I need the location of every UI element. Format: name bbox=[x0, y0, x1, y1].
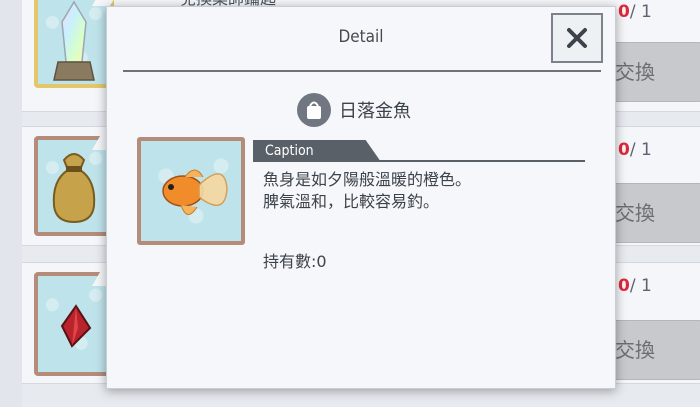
crystal-item-icon[interactable] bbox=[34, 0, 114, 88]
exchange-button[interactable]: 交換 bbox=[606, 183, 700, 243]
owned-count-text: 持有數:0 bbox=[263, 252, 327, 271]
goldfish-icon bbox=[162, 169, 228, 215]
item-description: 魚身是如夕陽般溫暖的橙色。 脾氣溫和，比較容易釣。 bbox=[263, 169, 471, 213]
list-edge bbox=[0, 0, 22, 407]
owned-count: 0/ 1 bbox=[618, 2, 652, 22]
item-name: 日落金魚 bbox=[339, 101, 411, 122]
caption-divider bbox=[253, 160, 585, 162]
dialog-title: Detail bbox=[338, 27, 384, 47]
owned-count: 0/ 1 bbox=[618, 140, 652, 160]
owned-count: 0/ 1 bbox=[618, 276, 652, 296]
gem-item-icon[interactable] bbox=[34, 272, 114, 376]
item-name-row: 日落金魚 bbox=[297, 93, 411, 127]
close-button[interactable] bbox=[551, 13, 603, 63]
description-line: 魚身是如夕陽般溫暖的橙色。 bbox=[263, 170, 472, 189]
red-gem-icon bbox=[60, 304, 92, 348]
close-icon bbox=[567, 28, 587, 48]
exchange-button[interactable]: 交換 bbox=[606, 320, 700, 380]
exchange-button[interactable]: 交換 bbox=[606, 42, 700, 102]
crystal-icon bbox=[53, 0, 95, 81]
caption-tab: Caption bbox=[253, 140, 381, 162]
detail-dialog: Detail 日落金魚 Caption 魚身是如夕陽般溫暖的橙色。 脾氣溫和，比… bbox=[106, 6, 616, 389]
bag-item-icon[interactable] bbox=[34, 136, 114, 236]
item-image bbox=[137, 137, 245, 245]
title-divider bbox=[123, 70, 601, 72]
money-bag-icon bbox=[52, 153, 96, 224]
bag-icon bbox=[297, 93, 331, 127]
description-line: 脾氣溫和，比較容易釣。 bbox=[263, 192, 440, 211]
